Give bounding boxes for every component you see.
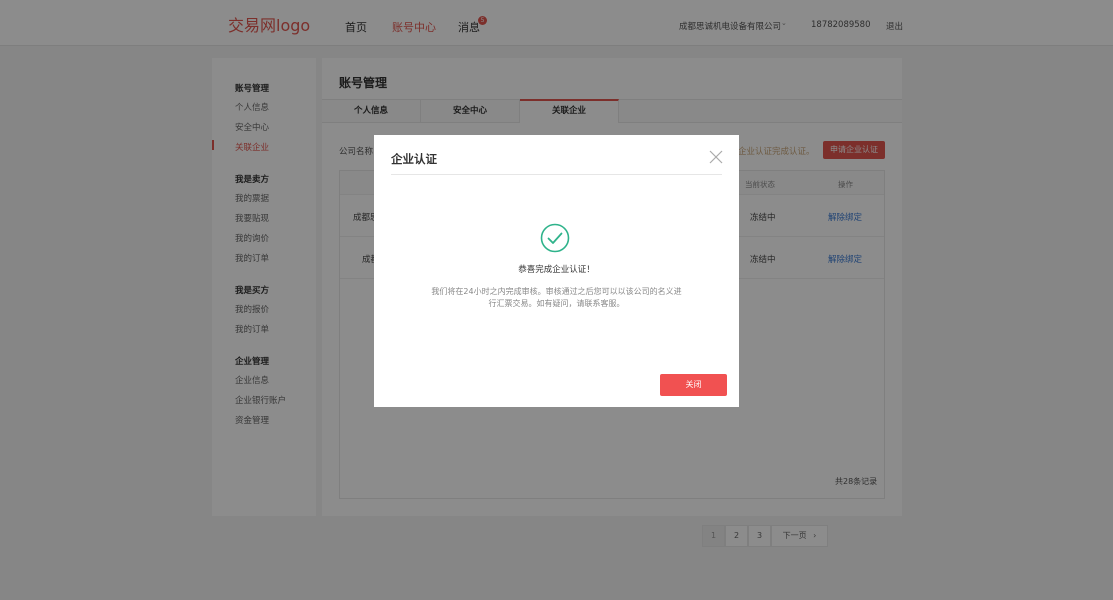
success-message: 恭喜完成企业认证！ (518, 265, 595, 275)
close-icon[interactable] (708, 149, 724, 165)
success-description: 我们将在24小时之内完成审核。审核通过之后您可以以该公司的名义进行汇票交易。如有… (431, 287, 682, 308)
dialog-title: 企业认证 (391, 152, 437, 166)
certification-success-dialog: 企业认证 恭喜完成企业认证！ 我们将在24小时之内完成审核。审核通过之后您可以以… (374, 135, 739, 407)
close-dialog-button[interactable]: 关闭 (660, 374, 727, 396)
dialog-divider (391, 174, 722, 175)
check-circle-icon (540, 223, 570, 253)
